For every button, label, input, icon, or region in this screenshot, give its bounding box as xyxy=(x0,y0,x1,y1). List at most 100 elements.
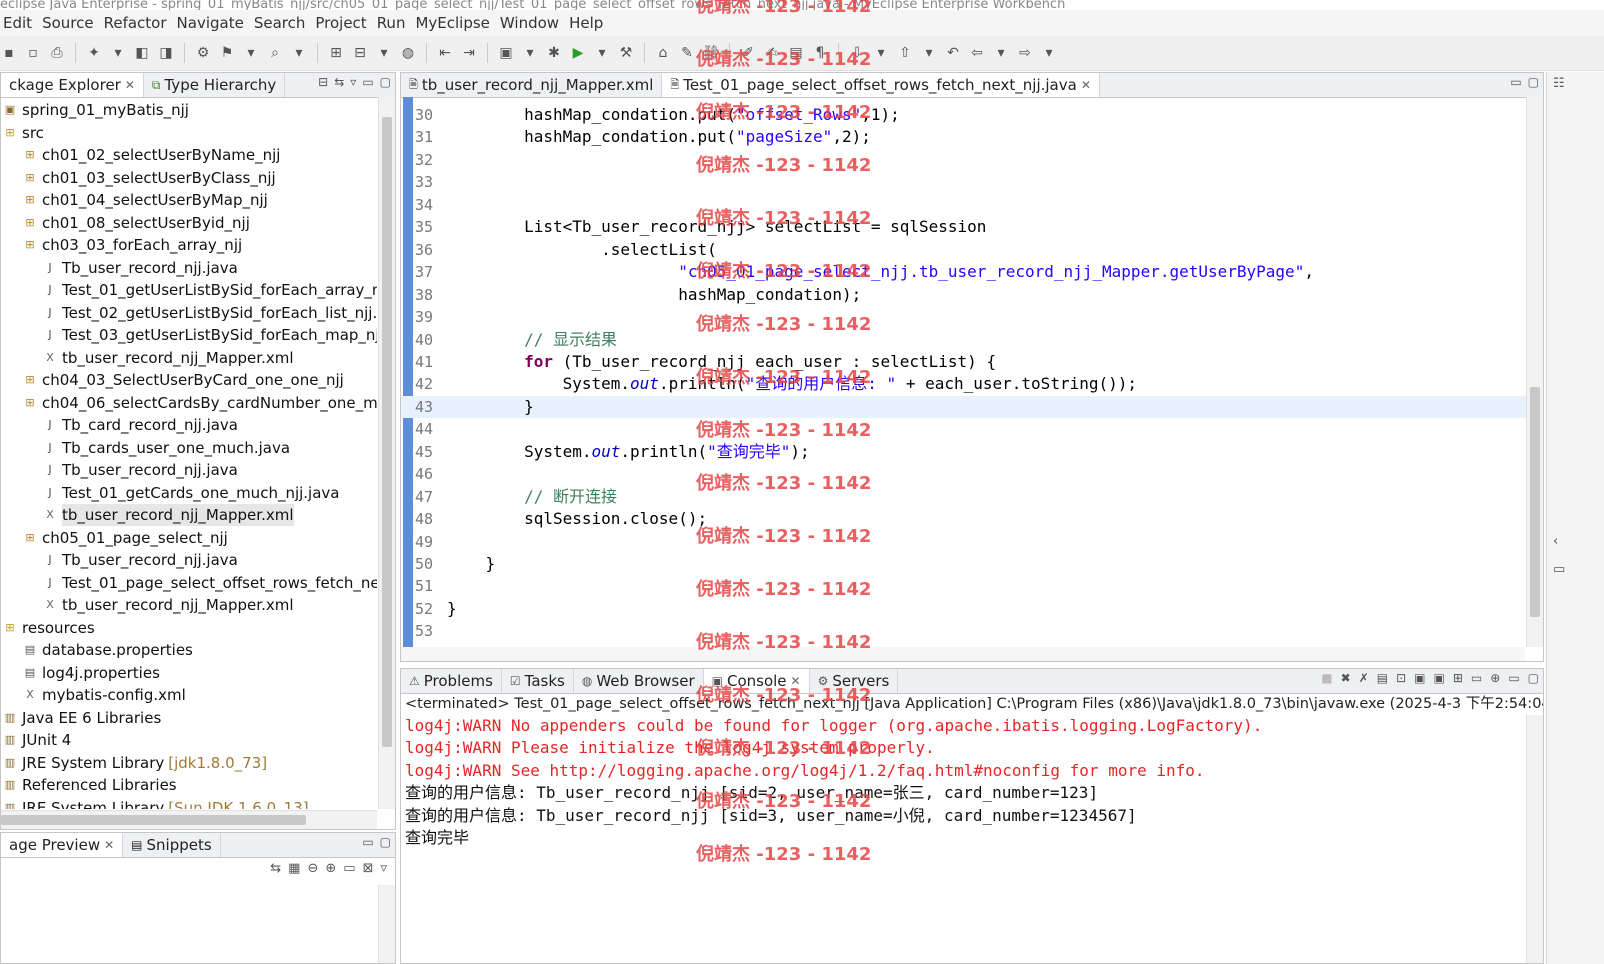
tree-item[interactable]: ⊞ src xyxy=(3,122,44,144)
tab-web-browser[interactable]: ◍ Web Browser xyxy=(574,669,704,693)
open-folder-icon[interactable]: ⌂ xyxy=(654,44,672,62)
dropdown-arrow-icon[interactable]: ▾ xyxy=(521,44,539,62)
back-icon[interactable]: ⇦ xyxy=(968,44,986,62)
actual-size-icon[interactable]: ▭ xyxy=(343,861,355,876)
tree-item[interactable]: Xtb_user_record_njj_Mapper.xml xyxy=(43,347,293,369)
horizontal-scrollbar[interactable] xyxy=(401,647,1525,661)
outline-icon[interactable]: ☷ xyxy=(1553,76,1565,91)
dropdown-arrow-icon[interactable]: ▾ xyxy=(992,44,1010,62)
tree-item[interactable]: ▤ log4j.properties xyxy=(23,662,160,684)
tree-item[interactable]: J Tb_user_record_njj.java xyxy=(43,549,237,571)
scroll-lock-icon[interactable]: ⊡ xyxy=(1396,671,1406,685)
tab-image-preview[interactable]: age Preview ✕ xyxy=(1,833,124,857)
tree-item[interactable]: J Test_01_getUserListBySid_forEach_array_… xyxy=(43,279,377,301)
image-icon[interactable]: ▦ xyxy=(288,861,300,876)
tree-item[interactable]: ⊞ ch01_04_selectUserByMap_njj xyxy=(23,189,267,211)
tree-item[interactable]: ⊞ ch01_02_selectUserByName_njj xyxy=(23,144,280,166)
tree-item[interactable]: J Test_02_getUserListBySid_forEach_list_n… xyxy=(43,302,377,324)
tree-item[interactable]: ▥ Referenced Libraries xyxy=(3,774,177,796)
pin-console-icon[interactable]: ⊞ xyxy=(1453,671,1463,685)
tree-item[interactable]: J Test_03_getUserListBySid_forEach_map_nj… xyxy=(43,324,377,346)
restore-icon[interactable]: ‹ xyxy=(1553,534,1558,549)
globe-icon[interactable]: ◍ xyxy=(399,44,417,62)
show-stdout-icon[interactable]: ▣ xyxy=(1414,671,1425,685)
save-all-icon[interactable]: ▫ xyxy=(24,44,42,62)
tab-package-explorer[interactable]: ckage Explorer ✕ xyxy=(1,73,144,97)
tree-item[interactable]: ▥ Java EE 6 Libraries xyxy=(3,707,161,729)
open-type-icon[interactable]: ◧ xyxy=(133,44,151,62)
tree-item[interactable]: ▥ JRE System Library [jdk1.8.0_73] xyxy=(3,752,267,774)
tab-problems[interactable]: ⚠ Problems xyxy=(401,669,502,693)
tree-item[interactable]: ▣ spring_01_myBatis_njj xyxy=(3,99,189,121)
tree-item[interactable]: ⊞ ch03_03_forEach_array_njj xyxy=(23,234,242,256)
minimize-icon[interactable]: ▭ xyxy=(1508,671,1519,685)
zoom-out-icon[interactable]: ⊖ xyxy=(307,861,318,876)
search-icon[interactable]: ⌕ xyxy=(266,44,284,62)
dropdown-arrow-icon[interactable]: ▾ xyxy=(242,44,260,62)
tree-item[interactable]: J Test_01_page_select_offset_rows_fetch_n… xyxy=(43,572,377,594)
terminate-icon[interactable]: ■ xyxy=(1321,671,1332,685)
tab-snippets[interactable]: ▤ Snippets xyxy=(123,833,221,857)
menu-window[interactable]: Window xyxy=(500,14,559,32)
save-icon[interactable]: ▪ xyxy=(0,44,18,62)
open-console-icon[interactable]: ⊕ xyxy=(1490,671,1500,685)
tree-item[interactable]: J Test_01_getCards_one_much_njj.java xyxy=(43,482,339,504)
link-editor-icon[interactable]: ⇆ xyxy=(334,75,344,89)
tree-item[interactable]: ⊞ ch01_08_selectUserByid_njj xyxy=(23,212,250,234)
new-file-icon[interactable]: ⊟ xyxy=(351,44,369,62)
menu-search[interactable]: Search xyxy=(254,14,306,32)
run-icon[interactable]: ▶ xyxy=(569,44,587,62)
forward-icon[interactable]: ⇨ xyxy=(1016,44,1034,62)
close-icon[interactable]: ✕ xyxy=(125,78,135,92)
menu-project[interactable]: Project xyxy=(315,14,366,32)
tree-item[interactable]: ▥ JUnit 4 xyxy=(3,729,71,751)
deploy-icon[interactable]: ⚑ xyxy=(218,44,236,62)
tree-item[interactable]: ⊞ ch05_01_page_select_njj xyxy=(23,527,227,549)
vertical-scrollbar[interactable] xyxy=(1526,97,1543,647)
server-icon[interactable]: ⚙ xyxy=(194,44,212,62)
vertical-scrollbar[interactable] xyxy=(378,885,395,963)
minimize-icon[interactable]: ▭ xyxy=(362,75,373,89)
dropdown-arrow-icon[interactable]: ▾ xyxy=(1040,44,1058,62)
tree-item[interactable]: ⊞ ch01_03_selectUserByClass_njj xyxy=(23,167,275,189)
dropdown-arrow-icon[interactable]: ▾ xyxy=(920,44,938,62)
tree-item[interactable]: ▤ database.properties xyxy=(23,639,193,661)
tree-item[interactable]: J Tb_user_record_njj.java xyxy=(43,459,237,481)
dropdown-arrow-icon[interactable]: ▾ xyxy=(109,44,127,62)
tree-item[interactable]: J Tb_card_record_njj.java xyxy=(43,414,238,436)
tree-item[interactable]: J Tb_user_record_njj.java xyxy=(43,257,237,279)
display-console-icon[interactable]: ▭ xyxy=(1471,671,1482,685)
swap-icon[interactable]: ⇆ xyxy=(270,861,281,876)
close-icon[interactable]: ✕ xyxy=(1081,78,1091,92)
tree-item[interactable]: Xmybatis-config.xml xyxy=(23,684,186,706)
dropdown-arrow-icon[interactable]: ▾ xyxy=(872,44,890,62)
remove-all-icon[interactable]: ✗ xyxy=(1359,671,1369,685)
clear-console-icon[interactable]: ▤ xyxy=(1377,671,1388,685)
minimize-icon[interactable]: ▭ xyxy=(1510,75,1521,89)
dropdown-arrow-icon[interactable]: ▾ xyxy=(290,44,308,62)
console-icon[interactable]: ▣ xyxy=(497,44,515,62)
show-stderr-icon[interactable]: ▣ xyxy=(1434,671,1445,685)
tree-item[interactable]: ⊞ ch04_06_selectCardsBy_cardNumber_one_mu… xyxy=(23,392,377,414)
tree-item[interactable]: Xtb_user_record_njj_Mapper.xml xyxy=(43,594,293,616)
minimize-icon[interactable]: ▭ xyxy=(362,835,373,849)
collapse-all-icon[interactable]: ⊟ xyxy=(318,75,328,89)
maximize-icon[interactable]: ▢ xyxy=(1528,75,1539,89)
menu-run[interactable]: Run xyxy=(377,14,406,32)
console-output[interactable]: log4j:WARN No appenders could be found f… xyxy=(401,715,1525,963)
prev-annotation-icon[interactable]: ⇧ xyxy=(896,44,914,62)
maximize-icon[interactable]: ▢ xyxy=(1528,671,1539,685)
tab-type-hierarchy[interactable]: ⧉ Type Hierarchy xyxy=(144,73,286,97)
scrollbar-thumb[interactable] xyxy=(1530,387,1540,617)
scrollbar-thumb[interactable] xyxy=(382,117,392,747)
menu-navigate[interactable]: Navigate xyxy=(177,14,244,32)
horizontal-scrollbar[interactable] xyxy=(1,810,377,829)
scrollbar-thumb[interactable] xyxy=(1,815,306,825)
view-menu-icon[interactable]: ▿ xyxy=(380,861,387,876)
tab-test-java[interactable]: 🗎 Test_01_page_select_offset_rows_fetch_… xyxy=(662,73,1100,97)
tree-item[interactable]: ▥ JRE System Library [Sun JDK 1.6.0_13] xyxy=(3,797,309,810)
back-history-icon[interactable]: ⇤ xyxy=(436,44,454,62)
dropdown-arrow-icon[interactable]: ▾ xyxy=(593,44,611,62)
tree-item[interactable]: ⊞ resources xyxy=(3,617,94,639)
tree-item[interactable]: J Tb_cards_user_one_much.java xyxy=(43,437,290,459)
